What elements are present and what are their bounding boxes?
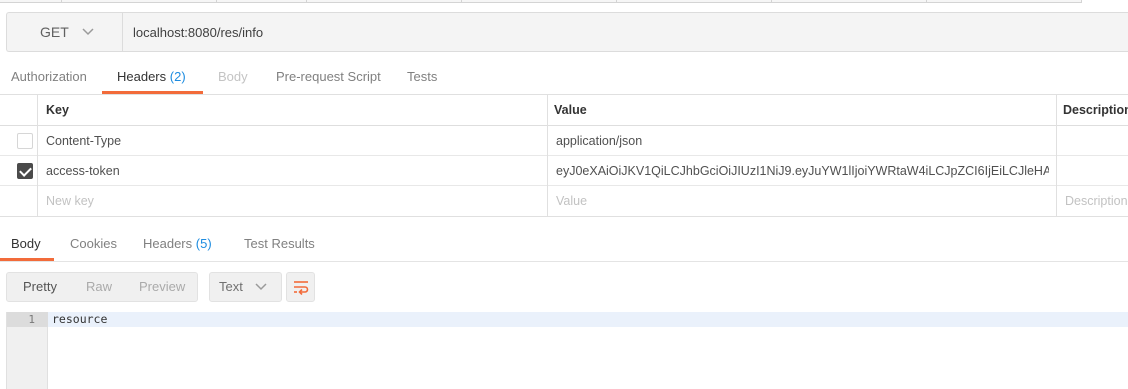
- method-select[interactable]: GET: [7, 13, 123, 51]
- tab-cookies[interactable]: Cookies: [70, 228, 117, 262]
- row-enable-checkbox[interactable]: [17, 163, 33, 179]
- view-mode-raw[interactable]: Raw: [86, 273, 112, 301]
- chevron-down-icon: [255, 283, 267, 291]
- format-label: Text: [219, 279, 243, 294]
- tab-count: (2): [169, 69, 186, 84]
- column-header-key: Key: [46, 103, 69, 117]
- wrap-lines-button[interactable]: [286, 272, 315, 302]
- tab-response-body[interactable]: Body: [11, 228, 41, 262]
- tab-authorization[interactable]: Authorization: [11, 62, 87, 94]
- column-divider: [37, 95, 38, 216]
- response-tabs: Body Cookies Headers (5) Test Results: [0, 228, 1128, 262]
- method-label: GET: [40, 24, 69, 40]
- view-mode-segmented: Pretty Raw Preview: [6, 272, 198, 302]
- new-description-input[interactable]: Description: [1065, 186, 1128, 216]
- column-header-value: Value: [554, 103, 587, 117]
- response-body-text: resource: [52, 312, 108, 326]
- tab-tests[interactable]: Tests: [407, 62, 437, 94]
- tab-body[interactable]: Body: [218, 62, 248, 94]
- top-tab-strip: [0, 0, 1128, 4]
- tab-label: Tests: [407, 69, 438, 84]
- header-value-cell[interactable]: eyJ0eXAiOiJKV1QiLCJhbGciOiJIUzI1NiJ9.eyJ…: [556, 156, 1049, 186]
- table-header-row: Key Value Description: [0, 95, 1128, 126]
- table-row: access-token eyJ0eXAiOiJKV1QiLCJhbGciOiJ…: [0, 156, 1128, 186]
- url-text: localhost:8080/res/info: [133, 24, 264, 40]
- line-number-gutter: 1: [7, 312, 48, 389]
- tab-label: Authorization: [11, 69, 87, 84]
- view-mode-preview[interactable]: Preview: [139, 273, 185, 301]
- request-bar: GET localhost:8080/res/info: [6, 12, 1128, 52]
- tab-pre-request-script[interactable]: Pre-request Script: [276, 62, 381, 94]
- tab-label: Test Results: [244, 236, 315, 251]
- column-header-description: Description: [1063, 103, 1128, 117]
- format-select[interactable]: Text: [209, 272, 282, 302]
- column-divider: [1056, 95, 1057, 216]
- tab-label: Pre-request Script: [276, 69, 381, 84]
- row-enable-checkbox[interactable]: [17, 133, 33, 149]
- tab-label: Body: [218, 69, 248, 84]
- view-mode-pretty[interactable]: Pretty: [23, 273, 57, 301]
- column-divider: [547, 95, 548, 216]
- active-line-highlight: [48, 312, 1128, 327]
- tab-test-results[interactable]: Test Results: [244, 228, 315, 262]
- tab-label: Headers: [143, 236, 193, 251]
- header-value-cell[interactable]: application/json: [556, 126, 1051, 156]
- active-tab-indicator: [0, 258, 54, 261]
- tab-count: (5): [195, 236, 212, 251]
- new-key-input[interactable]: New key: [46, 186, 94, 216]
- url-input[interactable]: localhost:8080/res/info: [123, 13, 1128, 51]
- table-row: Content-Type application/json: [0, 126, 1128, 156]
- tab-label: Headers: [117, 69, 167, 84]
- line-number: 1: [7, 312, 48, 327]
- new-value-input[interactable]: Value: [556, 186, 587, 216]
- header-key-cell[interactable]: access-token: [46, 156, 541, 186]
- new-header-row: New key Value Description: [0, 186, 1128, 216]
- request-tabs: Authorization Headers (2) Body Pre-reque…: [0, 62, 1128, 94]
- wrap-lines-icon: [294, 281, 309, 295]
- tab-headers[interactable]: Headers (2): [117, 62, 186, 94]
- response-body-editor[interactable]: 1 resource: [6, 312, 1128, 389]
- header-key-cell[interactable]: Content-Type: [46, 126, 541, 156]
- tab-label: Body: [11, 236, 41, 251]
- tab-response-headers[interactable]: Headers (5): [143, 228, 212, 262]
- headers-table: Key Value Description Content-Type appli…: [0, 94, 1128, 217]
- chevron-down-icon: [82, 28, 94, 36]
- tab-label: Cookies: [70, 236, 117, 251]
